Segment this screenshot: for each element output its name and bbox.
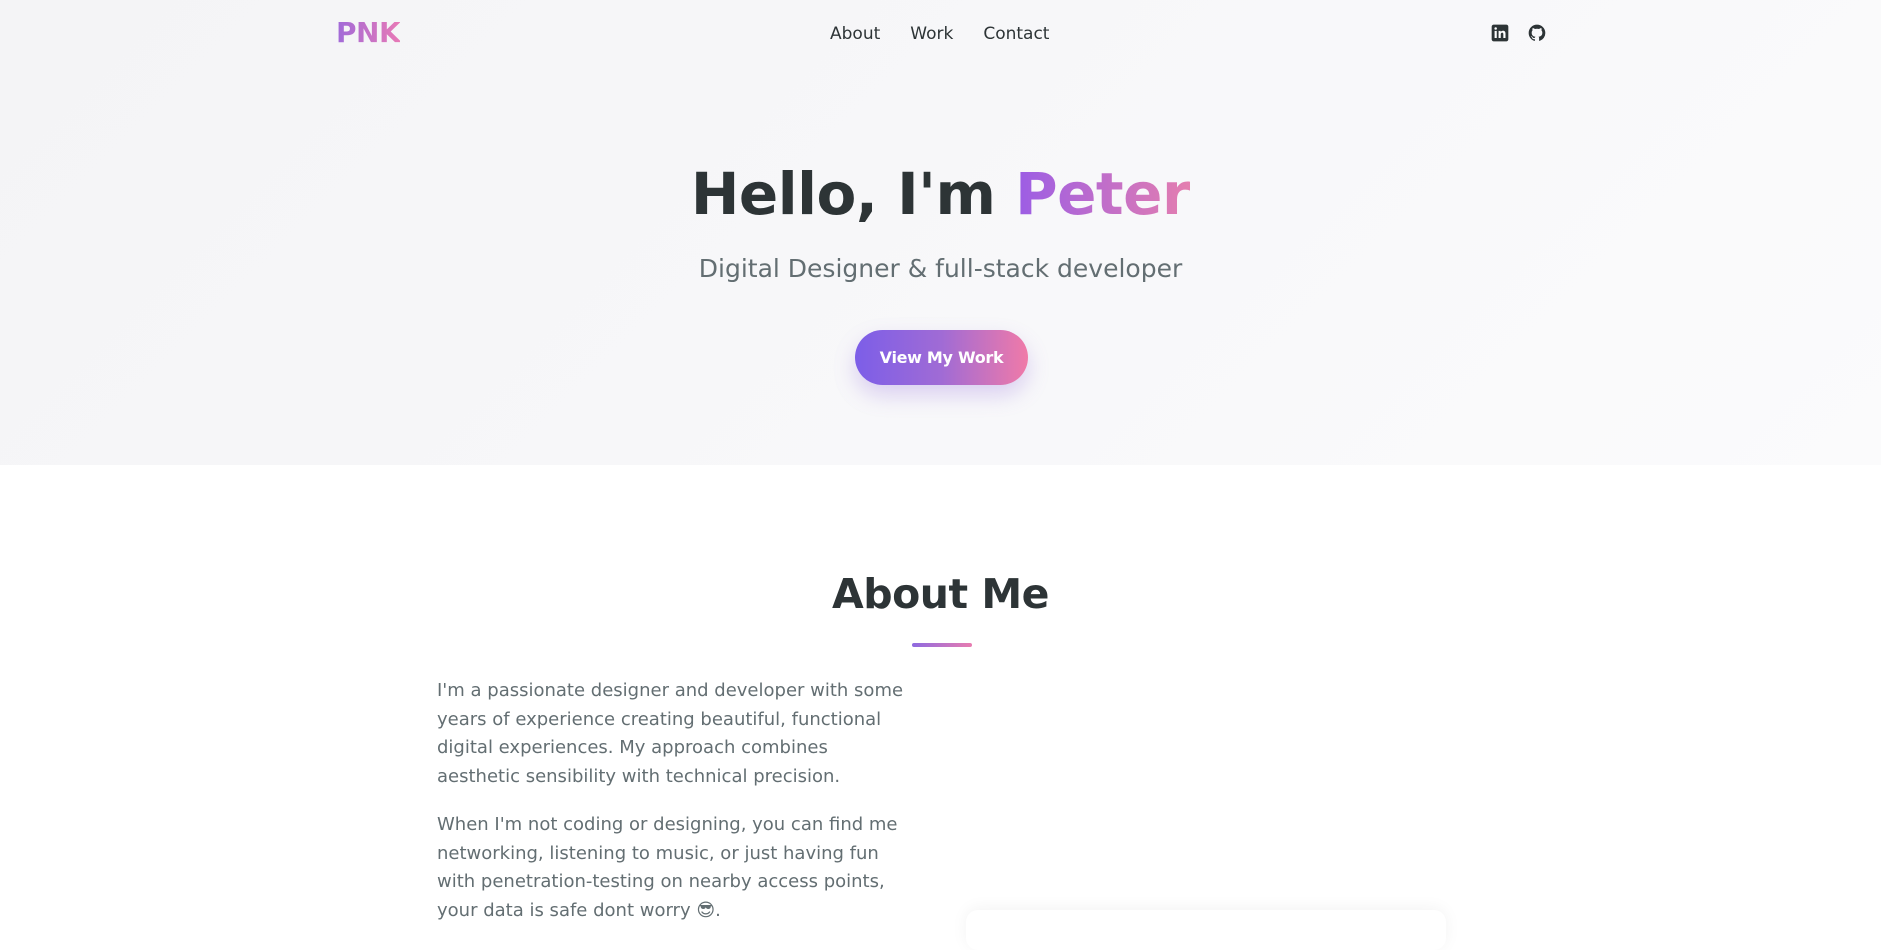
hero-name: Peter [1015,160,1191,228]
github-icon[interactable] [1527,23,1547,43]
about-card [966,910,1446,950]
social-links [1490,23,1547,43]
nav-link-about[interactable]: About [830,24,880,44]
about-heading-underline [912,643,972,647]
about-paragraph: I'm a passionate designer and developer … [437,680,904,787]
about-heading: About Me [832,570,1049,618]
about-text: I'm a passionate designer and developer … [437,677,915,945]
nav-link-work[interactable]: Work [910,24,953,44]
hero-greeting: Hello, I'm [690,160,1016,228]
nav-link-contact[interactable]: Contact [983,24,1049,44]
navbar: PNK About Work Contact [0,0,1881,72]
linkedin-icon[interactable] [1490,23,1510,43]
about-paragraph: When I'm not coding or designing, you ca… [437,814,898,921]
logo[interactable]: PNK [336,16,401,49]
hero-subtitle: Digital Designer & full-stack developer [698,254,1183,283]
hero-title: Hello, I'm Peter [0,160,1881,228]
nav-links: About Work Contact [830,24,1049,44]
view-my-work-button[interactable]: View My Work [855,330,1028,385]
